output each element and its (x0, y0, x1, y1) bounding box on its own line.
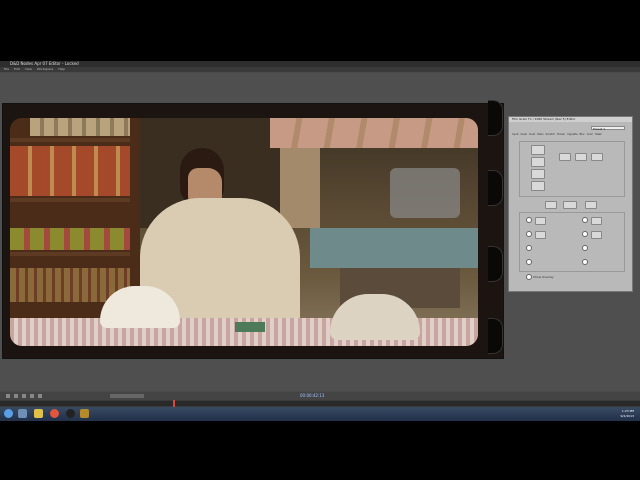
tab-grain[interactable]: Grain (520, 133, 527, 137)
fast-forward-icon[interactable] (38, 394, 42, 398)
tab-dust[interactable]: Dust (529, 133, 535, 137)
tab-color[interactable]: Color (587, 133, 594, 137)
panel-tabs: Input Grain Dust Hairs Scratch Flicker V… (512, 133, 630, 137)
option-checkbox-8[interactable] (582, 259, 588, 265)
param-button-2[interactable] (531, 157, 545, 167)
option-checkbox-2[interactable] (526, 231, 532, 237)
option-checkbox-3[interactable] (526, 245, 532, 251)
preset-field[interactable]: Preset 1 (591, 126, 625, 131)
tab-input[interactable]: Input (512, 133, 518, 137)
sprocket-hole-lower (488, 246, 503, 282)
start-button-icon[interactable] (4, 409, 13, 418)
option-checkbox-6[interactable] (582, 231, 588, 237)
effect-control-panel: Film Grain Fx / 1080 Stream (Rev 5) Edit… (508, 116, 633, 292)
param-button-8[interactable] (545, 201, 557, 209)
param-button-7[interactable] (591, 153, 603, 161)
taskbar: 1:23 PM 9/2/2013 (0, 407, 640, 421)
explorer-icon[interactable] (18, 409, 27, 418)
menu-help[interactable]: Help (58, 67, 65, 71)
menu-workspace[interactable]: Workspace (37, 67, 53, 71)
playhead[interactable] (173, 400, 175, 407)
sprocket-hole-top (488, 100, 503, 136)
sprocket-hole-bottom (488, 318, 503, 354)
param-button-5[interactable] (559, 153, 571, 161)
step-forward-icon[interactable] (30, 394, 34, 398)
menu-view[interactable]: View (25, 67, 32, 71)
option-swatch-3[interactable] (591, 217, 602, 225)
sprocket-hole-middle (488, 170, 503, 206)
param-button-10[interactable] (585, 201, 597, 209)
option-checkbox-7[interactable] (582, 245, 588, 251)
timecode-display: 00:00:42:13 (300, 393, 325, 398)
menu-edit[interactable]: Edit (14, 67, 20, 71)
param-button-4[interactable] (531, 181, 545, 191)
video-frame-image (10, 118, 478, 346)
option-swatch-2[interactable] (535, 231, 546, 239)
media-icon[interactable] (66, 409, 75, 418)
option-swatch-1[interactable] (535, 217, 546, 225)
show-overlay-checkbox[interactable] (526, 274, 532, 280)
browser-icon[interactable] (50, 409, 59, 418)
zoom-slider[interactable] (110, 394, 144, 398)
tab-scratch[interactable]: Scratch (546, 133, 555, 137)
param-button-6[interactable] (575, 153, 587, 161)
show-overlay-label: Show Overlay (533, 275, 554, 279)
tab-flicker[interactable]: Flicker (557, 133, 565, 137)
param-button-1[interactable] (531, 145, 545, 155)
param-button-3[interactable] (531, 169, 545, 179)
rewind-icon[interactable] (6, 394, 10, 398)
menu-bar: File Edit View Workspace Help (0, 67, 640, 72)
panel-title: Film Grain Fx / 1080 Stream (Rev 5) Edit… (509, 117, 632, 122)
clock-date: 9/2/2013 (620, 414, 634, 418)
tab-mask[interactable]: Mask (595, 133, 601, 137)
step-back-icon[interactable] (14, 394, 18, 398)
option-swatch-4[interactable] (591, 231, 602, 239)
option-checkbox-5[interactable] (582, 217, 588, 223)
tab-blur[interactable]: Blur (580, 133, 585, 137)
play-icon[interactable] (22, 394, 26, 398)
folder-icon[interactable] (34, 409, 43, 418)
option-checkbox-1[interactable] (526, 217, 532, 223)
option-checkbox-4[interactable] (526, 259, 532, 265)
tab-hairs[interactable]: Hairs (537, 133, 543, 137)
menu-file[interactable]: File (4, 67, 9, 71)
transport-controls: 00:00:42:13 (0, 392, 640, 400)
scrub-bar[interactable] (0, 401, 640, 406)
param-button-9[interactable] (563, 201, 577, 209)
system-clock[interactable]: 1:23 PM 9/2/2013 (621, 409, 634, 419)
editor-app-icon[interactable] (80, 409, 89, 418)
tab-vignette[interactable]: Vignette (567, 133, 578, 137)
